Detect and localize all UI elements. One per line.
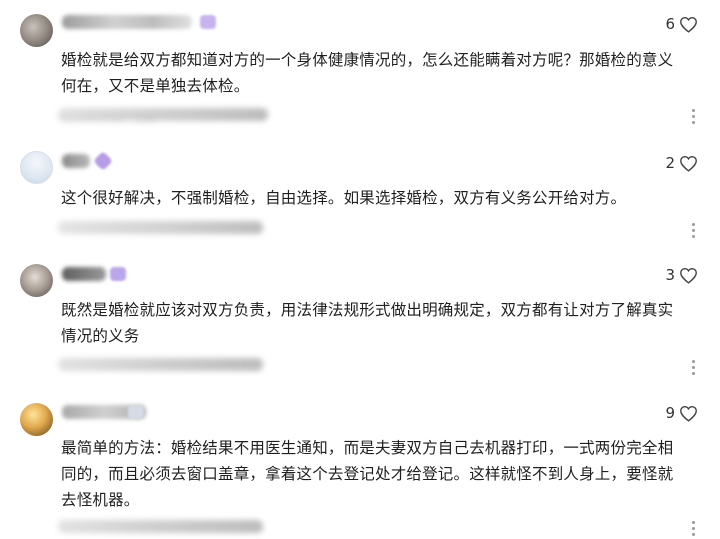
vertical-ellipsis-icon <box>692 223 695 226</box>
more-options-button[interactable] <box>692 521 696 536</box>
more-options-button[interactable] <box>692 360 696 375</box>
heart-outline-icon <box>680 267 697 284</box>
like-count: 3 <box>665 266 675 284</box>
like-count: 6 <box>665 15 675 33</box>
comment-meta <box>58 221 263 234</box>
comment-meta <box>58 358 263 371</box>
like-button[interactable]: 3 <box>665 266 698 284</box>
like-count: 9 <box>665 404 675 422</box>
level-badge <box>110 267 126 281</box>
comment-text: 这个很好解决，不强制婚检，自由选择。如果选择婚检，双方有义务公开给对方。 <box>61 189 627 207</box>
username[interactable] <box>62 154 90 168</box>
more-options-button[interactable] <box>692 109 696 124</box>
heart-outline-icon <box>680 405 697 422</box>
more-options-button[interactable] <box>692 223 696 238</box>
comment-text: 既然是婚检就应该对双方负责，用法律法规形式做出明确规定，双方都有让对方了解真实情… <box>61 301 674 345</box>
level-badge <box>200 15 216 29</box>
like-count: 2 <box>665 154 675 172</box>
level-badge <box>128 405 144 419</box>
avatar[interactable] <box>20 264 53 297</box>
vertical-ellipsis-icon <box>692 109 695 112</box>
username[interactable] <box>62 267 106 281</box>
comment-text: 婚检就是给双方都知道对方的一个身体健康情况的，怎么还能瞒着对方呢？那婚检的意义何… <box>61 51 674 95</box>
heart-outline-icon <box>680 155 697 172</box>
avatar[interactable] <box>20 403 53 436</box>
comment-text: 最简单的方法：婚检结果不用医生通知，而是夫妻双方自己去机器打印，一式两份完全相同… <box>61 439 674 509</box>
avatar[interactable] <box>20 151 53 184</box>
vertical-ellipsis-icon <box>692 521 695 524</box>
comment-meta <box>58 520 263 533</box>
comment-meta: 2025年6月8日 · 回复 <box>58 108 268 126</box>
like-button[interactable]: 2 <box>665 154 698 172</box>
username[interactable] <box>62 15 192 29</box>
vertical-ellipsis-icon <box>692 360 695 363</box>
heart-outline-icon <box>680 16 697 33</box>
avatar[interactable] <box>20 14 53 47</box>
like-button[interactable]: 9 <box>665 404 698 422</box>
like-button[interactable]: 6 <box>665 15 698 33</box>
level-badge <box>93 151 113 171</box>
